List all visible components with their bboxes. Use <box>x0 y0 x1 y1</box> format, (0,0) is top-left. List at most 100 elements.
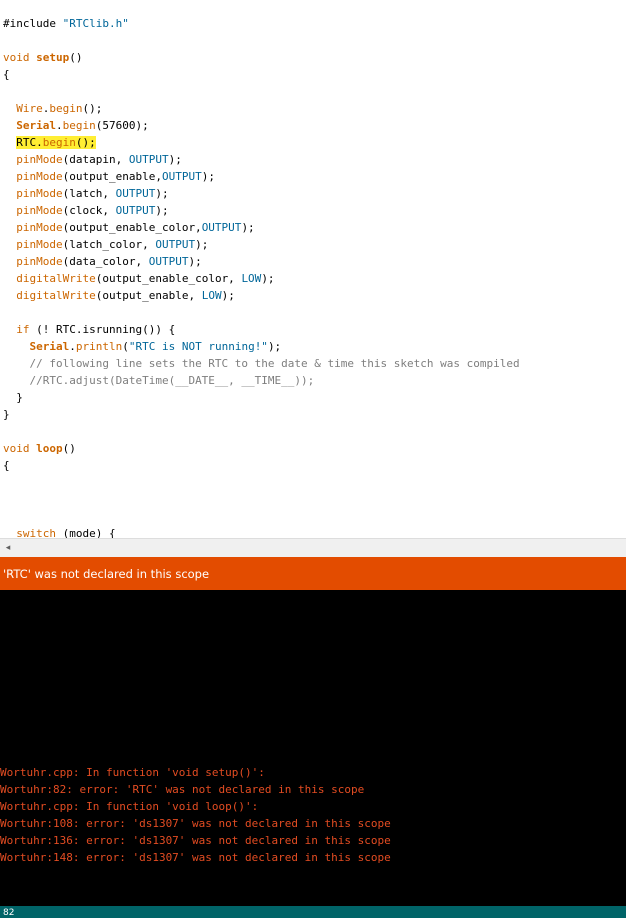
code-token: LOW <box>241 272 262 285</box>
code-token: "RTClib.h" <box>62 17 129 30</box>
code-token: { <box>3 459 10 472</box>
code-line[interactable] <box>0 491 626 508</box>
code-line[interactable] <box>0 304 626 321</box>
code-token: pinMode <box>16 255 63 268</box>
code-line[interactable] <box>0 83 626 100</box>
code-line[interactable]: } <box>0 389 626 406</box>
code-token: digitalWrite <box>16 272 96 285</box>
code-token: } <box>3 408 10 421</box>
code-token: ); <box>155 187 169 200</box>
code-token: ); <box>188 255 202 268</box>
code-token: begin <box>62 119 96 132</box>
code-line[interactable]: pinMode(datapin, OUTPUT); <box>0 151 626 168</box>
code-token: pinMode <box>16 204 63 217</box>
code-token: } <box>3 391 23 404</box>
code-token: (latch_color, <box>62 238 156 251</box>
console-line: Wortuhr:108: error: 'ds1307' was not dec… <box>0 817 391 830</box>
code-line[interactable]: Serial.begin(57600); <box>0 117 626 134</box>
code-line[interactable]: digitalWrite(output_enable, LOW); <box>0 287 626 304</box>
code-token: (mode) { <box>56 527 116 538</box>
code-token: if <box>16 323 30 336</box>
code-token: (latch, <box>62 187 116 200</box>
console-line: Wortuhr:82: error: 'RTC' was not declare… <box>0 783 365 796</box>
arduino-ide-window: #include "RTClib.h" void setup(){ Wire.b… <box>0 0 626 918</box>
code-token: Wire <box>16 102 43 115</box>
code-line[interactable] <box>0 32 626 49</box>
code-token: #include <box>3 17 63 30</box>
code-token: switch <box>16 527 56 538</box>
code-line[interactable]: } <box>0 406 626 423</box>
code-token: (); <box>75 136 96 149</box>
code-token: begin <box>42 136 76 149</box>
code-line[interactable]: pinMode(latch, OUTPUT); <box>0 185 626 202</box>
code-line[interactable]: Wire.begin(); <box>0 100 626 117</box>
code-token: () <box>69 51 83 64</box>
code-line[interactable]: digitalWrite(output_enable_color, LOW); <box>0 270 626 287</box>
code-line[interactable]: //RTC.adjust(DateTime(__DATE__, __TIME__… <box>0 372 626 389</box>
code-line[interactable]: pinMode(clock, OUTPUT); <box>0 202 626 219</box>
status-message: 'RTC' was not declared in this scope <box>3 567 210 581</box>
code-line[interactable]: Serial.println("RTC is NOT running!"); <box>0 338 626 355</box>
footer-bar: 82 <box>0 906 626 918</box>
code-token: loop <box>36 442 63 455</box>
code-line[interactable]: pinMode(data_color, OUTPUT); <box>0 253 626 270</box>
code-line[interactable]: { <box>0 66 626 83</box>
code-line[interactable]: switch (mode) { <box>0 525 626 538</box>
code-token: //RTC.adjust(DateTime(__DATE__, __TIME__… <box>29 374 315 387</box>
code-line[interactable]: #include "RTClib.h" <box>0 15 626 32</box>
code-token: OUTPUT <box>115 204 156 217</box>
horizontal-scrollbar[interactable]: ◂ <box>0 538 626 557</box>
code-editor[interactable]: #include "RTClib.h" void setup(){ Wire.b… <box>0 0 626 538</box>
code-line[interactable]: void loop() <box>0 440 626 457</box>
error-status-bar: 'RTC' was not declared in this scope <box>0 557 626 590</box>
code-token: println <box>75 340 123 353</box>
code-line[interactable] <box>0 474 626 491</box>
code-line[interactable]: pinMode(output_enable_color,OUTPUT); <box>0 219 626 236</box>
code-token: (); <box>82 102 103 115</box>
code-token: () <box>62 442 76 455</box>
code-line[interactable]: // following line sets the RTC to the da… <box>0 355 626 372</box>
code-token: (output_enable_color, <box>95 272 242 285</box>
code-token: pinMode <box>16 221 63 234</box>
code-line[interactable]: void setup() <box>0 49 626 66</box>
code-token: void <box>3 51 37 64</box>
code-token: pinMode <box>16 153 63 166</box>
code-line[interactable]: if (! RTC.isrunning()) { <box>0 321 626 338</box>
code-token: (output_enable, <box>95 289 202 302</box>
code-lines: #include "RTClib.h" void setup(){ Wire.b… <box>0 15 626 538</box>
code-token: "RTC is NOT running!" <box>128 340 268 353</box>
code-token: OUTPUT <box>155 238 196 251</box>
console-output[interactable]: Wortuhr.cpp: In function 'void setup()':… <box>0 590 626 906</box>
code-line-highlighted[interactable]: RTC.begin(); <box>0 134 626 151</box>
code-token: . <box>69 340 76 353</box>
code-token: ); <box>201 170 215 183</box>
code-line[interactable]: pinMode(output_enable,OUTPUT); <box>0 168 626 185</box>
code-token: . <box>56 119 63 132</box>
code-token: ); <box>168 153 182 166</box>
code-token: ); <box>221 289 235 302</box>
code-token: (57600); <box>95 119 149 132</box>
console-line: Wortuhr.cpp: In function 'void setup()': <box>0 766 265 779</box>
code-line[interactable]: pinMode(latch_color, OUTPUT); <box>0 236 626 253</box>
code-line[interactable] <box>0 423 626 440</box>
code-token: void <box>3 442 37 455</box>
scroll-left-arrow-icon[interactable]: ◂ <box>2 541 14 555</box>
code-token: (data_color, <box>62 255 149 268</box>
code-line[interactable] <box>0 508 626 525</box>
code-token: OUTPUT <box>201 221 242 234</box>
code-token: ); <box>267 340 282 353</box>
code-token: OUTPUT <box>148 255 189 268</box>
code-token: ); <box>241 221 255 234</box>
code-line[interactable]: { <box>0 457 626 474</box>
console-lines: Wortuhr.cpp: In function 'void setup()':… <box>0 764 626 866</box>
